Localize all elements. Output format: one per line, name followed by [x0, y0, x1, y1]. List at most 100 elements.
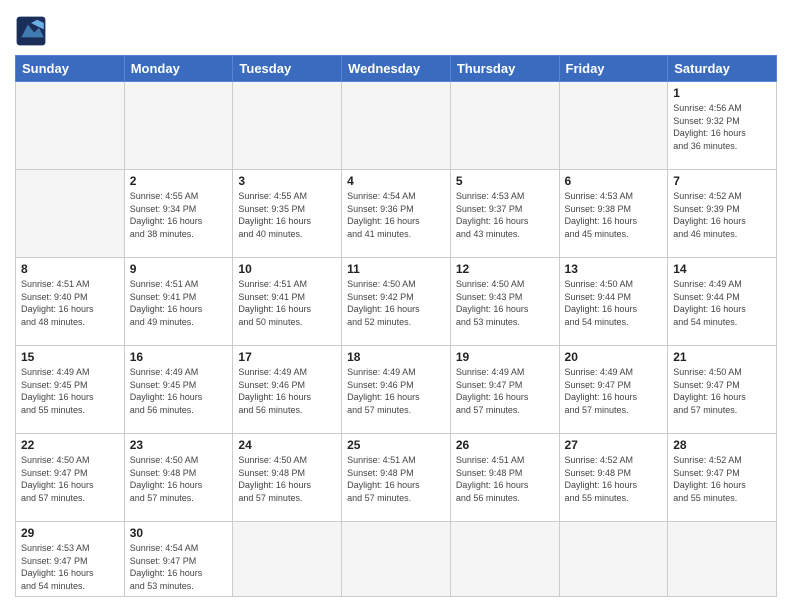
day-info: Sunrise: 4:53 AMSunset: 9:38 PMDaylight:…: [565, 190, 663, 240]
day-info: Sunrise: 4:55 AMSunset: 9:35 PMDaylight:…: [238, 190, 336, 240]
day-number: 21: [673, 350, 771, 364]
day-number: 12: [456, 262, 554, 276]
calendar-cell-20: 20 Sunrise: 4:49 AMSunset: 9:47 PMDayligh…: [559, 346, 668, 434]
calendar-week-5: 29 Sunrise: 4:53 AMSunset: 9:47 PMDayligh…: [16, 522, 777, 597]
day-info: Sunrise: 4:50 AMSunset: 9:48 PMDaylight:…: [130, 454, 228, 504]
day-number: 26: [456, 438, 554, 452]
day-number: 27: [565, 438, 663, 452]
calendar-cell-12: 12 Sunrise: 4:50 AMSunset: 9:43 PMDayligh…: [450, 258, 559, 346]
calendar-cell-empty: [559, 82, 668, 170]
calendar-week-0: 1 Sunrise: 4:56 AMSunset: 9:32 PMDaylight…: [16, 82, 777, 170]
day-info: Sunrise: 4:49 AMSunset: 9:46 PMDaylight:…: [238, 366, 336, 416]
day-info: Sunrise: 4:50 AMSunset: 9:47 PMDaylight:…: [673, 366, 771, 416]
day-number: 20: [565, 350, 663, 364]
day-info: Sunrise: 4:52 AMSunset: 9:47 PMDaylight:…: [673, 454, 771, 504]
day-number: 16: [130, 350, 228, 364]
day-info: Sunrise: 4:50 AMSunset: 9:42 PMDaylight:…: [347, 278, 445, 328]
day-info: Sunrise: 4:52 AMSunset: 9:48 PMDaylight:…: [565, 454, 663, 504]
day-number: 30: [130, 526, 228, 540]
calendar-cell-empty: [450, 82, 559, 170]
calendar-cell-empty: [450, 522, 559, 597]
calendar-week-4: 22 Sunrise: 4:50 AMSunset: 9:47 PMDayligh…: [16, 434, 777, 522]
calendar-cell-empty: [668, 522, 777, 597]
logo-icon: [15, 15, 47, 47]
day-number: 7: [673, 174, 771, 188]
day-number: 25: [347, 438, 445, 452]
calendar-header-friday: Friday: [559, 56, 668, 82]
day-number: 13: [565, 262, 663, 276]
day-number: 10: [238, 262, 336, 276]
day-info: Sunrise: 4:51 AMSunset: 9:48 PMDaylight:…: [456, 454, 554, 504]
header: [15, 15, 777, 47]
calendar-cell-14: 14 Sunrise: 4:49 AMSunset: 9:44 PMDayligh…: [668, 258, 777, 346]
day-info: Sunrise: 4:51 AMSunset: 9:41 PMDaylight:…: [130, 278, 228, 328]
calendar-cell-26: 26 Sunrise: 4:51 AMSunset: 9:48 PMDayligh…: [450, 434, 559, 522]
day-info: Sunrise: 4:49 AMSunset: 9:47 PMDaylight:…: [565, 366, 663, 416]
day-number: 17: [238, 350, 336, 364]
day-number: 14: [673, 262, 771, 276]
calendar-cell-27: 27 Sunrise: 4:52 AMSunset: 9:48 PMDayligh…: [559, 434, 668, 522]
logo: [15, 15, 51, 47]
calendar-header-monday: Monday: [124, 56, 233, 82]
calendar-cell-1: 1 Sunrise: 4:56 AMSunset: 9:32 PMDaylight…: [668, 82, 777, 170]
calendar-cell-10: 10 Sunrise: 4:51 AMSunset: 9:41 PMDayligh…: [233, 258, 342, 346]
calendar-cell-17: 17 Sunrise: 4:49 AMSunset: 9:46 PMDayligh…: [233, 346, 342, 434]
calendar-cell-24: 24 Sunrise: 4:50 AMSunset: 9:48 PMDayligh…: [233, 434, 342, 522]
calendar-cell-30: 30Sunrise: 4:54 AMSunset: 9:47 PMDayligh…: [124, 522, 233, 597]
calendar-cell-25: 25Sunrise: 4:51 AMSunset: 9:48 PMDayligh…: [342, 434, 451, 522]
calendar-cell-22: 22 Sunrise: 4:50 AMSunset: 9:47 PMDayligh…: [16, 434, 125, 522]
day-number: 8: [21, 262, 119, 276]
calendar-cell-15: 15Sunrise: 4:49 AMSunset: 9:45 PMDayligh…: [16, 346, 125, 434]
calendar-cell-5: 5 Sunrise: 4:53 AMSunset: 9:37 PMDaylight…: [450, 170, 559, 258]
day-info: Sunrise: 4:50 AMSunset: 9:48 PMDaylight:…: [238, 454, 336, 504]
calendar-cell-4: 4 Sunrise: 4:54 AMSunset: 9:36 PMDaylight…: [342, 170, 451, 258]
day-info: Sunrise: 4:49 AMSunset: 9:45 PMDaylight:…: [21, 366, 119, 416]
calendar-cell-7: 7 Sunrise: 4:52 AMSunset: 9:39 PMDaylight…: [668, 170, 777, 258]
day-info: Sunrise: 4:55 AMSunset: 9:34 PMDaylight:…: [130, 190, 228, 240]
day-number: 4: [347, 174, 445, 188]
calendar-cell-3: 3 Sunrise: 4:55 AMSunset: 9:35 PMDaylight…: [233, 170, 342, 258]
calendar-cell-23: 23 Sunrise: 4:50 AMSunset: 9:48 PMDayligh…: [124, 434, 233, 522]
day-info: Sunrise: 4:50 AMSunset: 9:47 PMDaylight:…: [21, 454, 119, 504]
day-number: 19: [456, 350, 554, 364]
day-number: 24: [238, 438, 336, 452]
day-number: 5: [456, 174, 554, 188]
day-info: Sunrise: 4:50 AMSunset: 9:43 PMDaylight:…: [456, 278, 554, 328]
day-info: Sunrise: 4:51 AMSunset: 9:41 PMDaylight:…: [238, 278, 336, 328]
day-number: 2: [130, 174, 228, 188]
calendar-cell-19: 19Sunrise: 4:49 AMSunset: 9:47 PMDayligh…: [450, 346, 559, 434]
calendar-header-saturday: Saturday: [668, 56, 777, 82]
calendar-cell-8: 8 Sunrise: 4:51 AMSunset: 9:40 PMDaylight…: [16, 258, 125, 346]
day-number: 3: [238, 174, 336, 188]
calendar-cell-21: 21 Sunrise: 4:50 AMSunset: 9:47 PMDayligh…: [668, 346, 777, 434]
day-number: 11: [347, 262, 445, 276]
day-info: Sunrise: 4:53 AMSunset: 9:47 PMDaylight:…: [21, 542, 119, 592]
calendar-header-sunday: Sunday: [16, 56, 125, 82]
calendar-cell-empty: [342, 82, 451, 170]
day-number: 29: [21, 526, 119, 540]
day-number: 23: [130, 438, 228, 452]
day-number: 1: [673, 86, 771, 100]
calendar-cell-29: 29 Sunrise: 4:53 AMSunset: 9:47 PMDayligh…: [16, 522, 125, 597]
day-number: 9: [130, 262, 228, 276]
calendar-cell-9: 9 Sunrise: 4:51 AMSunset: 9:41 PMDaylight…: [124, 258, 233, 346]
calendar-cell-empty: [124, 82, 233, 170]
calendar-cell-16: 16Sunrise: 4:49 AMSunset: 9:45 PMDayligh…: [124, 346, 233, 434]
day-number: 18: [347, 350, 445, 364]
calendar-cell-2: 2 Sunrise: 4:55 AMSunset: 9:34 PMDaylight…: [124, 170, 233, 258]
day-info: Sunrise: 4:56 AMSunset: 9:32 PMDaylight:…: [673, 102, 771, 152]
calendar-week-2: 8 Sunrise: 4:51 AMSunset: 9:40 PMDaylight…: [16, 258, 777, 346]
calendar-cell-6: 6 Sunrise: 4:53 AMSunset: 9:38 PMDaylight…: [559, 170, 668, 258]
calendar-cell-empty: [342, 522, 451, 597]
calendar-header-wednesday: Wednesday: [342, 56, 451, 82]
day-info: Sunrise: 4:54 AMSunset: 9:36 PMDaylight:…: [347, 190, 445, 240]
day-info: Sunrise: 4:52 AMSunset: 9:39 PMDaylight:…: [673, 190, 771, 240]
day-info: Sunrise: 4:49 AMSunset: 9:44 PMDaylight:…: [673, 278, 771, 328]
day-number: 6: [565, 174, 663, 188]
day-info: Sunrise: 4:51 AMSunset: 9:40 PMDaylight:…: [21, 278, 119, 328]
day-info: Sunrise: 4:53 AMSunset: 9:37 PMDaylight:…: [456, 190, 554, 240]
calendar-cell-empty: [233, 522, 342, 597]
day-info: Sunrise: 4:49 AMSunset: 9:46 PMDaylight:…: [347, 366, 445, 416]
day-number: 28: [673, 438, 771, 452]
day-number: 22: [21, 438, 119, 452]
